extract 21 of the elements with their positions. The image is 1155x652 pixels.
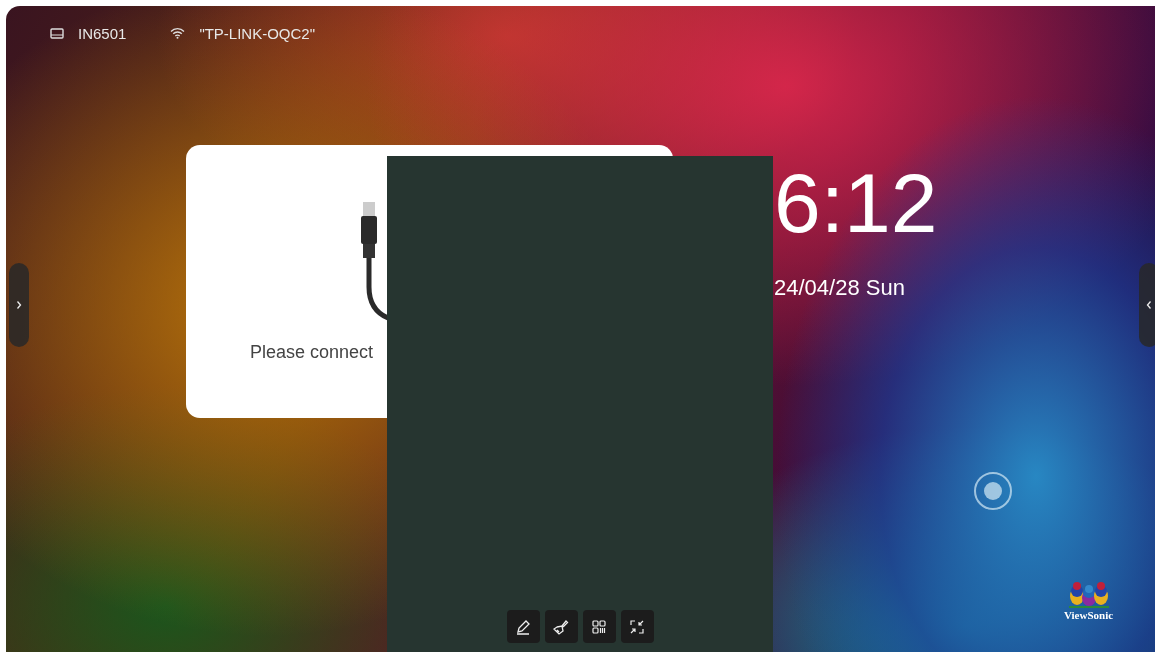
brand-name: ViewSonic xyxy=(1064,609,1114,621)
pen-icon xyxy=(515,618,531,635)
status-label: "TP-LINK-OQC2" xyxy=(199,25,316,42)
status-label: IN6501 xyxy=(78,25,127,42)
chevron-right-icon xyxy=(16,300,22,310)
chevron-left-icon xyxy=(1146,300,1152,310)
connect-message: Please connect xyxy=(250,342,374,363)
pen-tool-button[interactable] xyxy=(506,610,540,643)
clock-time: 6:12 xyxy=(774,161,938,245)
qr-tool-button[interactable] xyxy=(582,610,616,643)
wifi-icon xyxy=(170,28,186,39)
shrink-icon xyxy=(630,619,644,634)
brush-icon xyxy=(553,618,569,635)
shrink-tool-button[interactable] xyxy=(620,610,654,643)
side-panel-handle[interactable] xyxy=(1139,263,1155,347)
grid-icon xyxy=(592,619,606,634)
side-panel-handle[interactable] xyxy=(9,263,29,347)
display-icon xyxy=(50,28,64,39)
brush-tool-button[interactable] xyxy=(544,610,578,643)
floating-button[interactable] xyxy=(974,472,1012,510)
clock-date: 24/04/28 Sun xyxy=(774,275,906,301)
